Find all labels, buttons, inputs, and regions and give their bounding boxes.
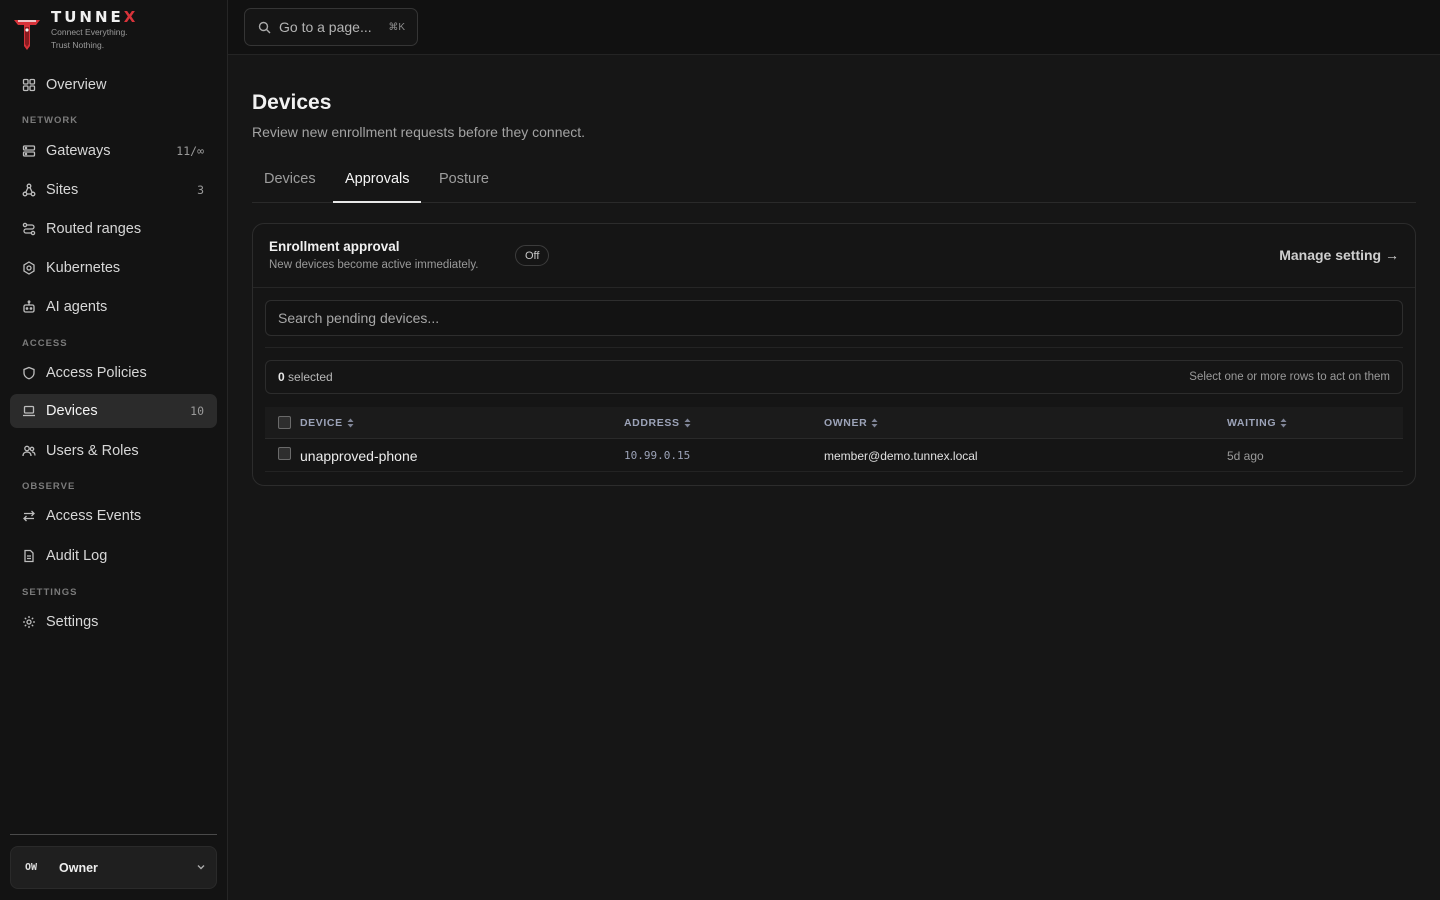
file-icon [22, 549, 36, 563]
route-icon [22, 222, 36, 236]
divider [265, 347, 1403, 348]
sort-icon [1280, 418, 1287, 428]
laptop-icon [22, 404, 36, 418]
avatar: OW [25, 862, 38, 873]
device-name: unapproved-phone [300, 447, 418, 464]
sidebar-item-routed-ranges[interactable]: Routed ranges [10, 212, 217, 246]
nav-section-settings: SETTINGS [22, 587, 78, 598]
tab-devices[interactable]: Devices [252, 165, 328, 203]
sidebar-item-ai-agents[interactable]: AI agents [10, 290, 217, 324]
enrollment-approval-description: New devices become active immediately. [269, 259, 479, 271]
selection-hint: Select one or more rows to act on them [1189, 371, 1390, 383]
nav-section-observe: OBSERVE [22, 481, 76, 492]
users-icon [22, 444, 36, 458]
page-subtitle: Review new enrollment requests before th… [252, 124, 586, 140]
device-waiting: 5d ago [1227, 448, 1264, 463]
enrollment-approval-title: Enrollment approval [269, 239, 400, 254]
brand-name: TUNNEX [51, 8, 139, 26]
tab-posture[interactable]: Posture [427, 165, 501, 203]
sidebar-item-label: Routed ranges [46, 221, 142, 237]
sidebar-item-label: Access Events [46, 508, 142, 524]
main-content: Devices Review new enrollment requests b… [228, 55, 1440, 900]
sidebar-item-access-policies[interactable]: Access Policies [10, 356, 217, 390]
sidebar-item-devices[interactable]: Devices 10 [10, 394, 217, 428]
sidebar-item-label: Audit Log [46, 548, 108, 564]
user-name: Owner [59, 860, 98, 875]
enrollment-approval-card: Enrollment approval New devices become a… [252, 223, 1416, 486]
user-menu[interactable]: OW Owner [10, 846, 217, 889]
row-checkbox[interactable] [278, 447, 291, 460]
column-header-address[interactable]: ADDRESS [624, 407, 691, 439]
table-row[interactable]: unapproved-phone 10.99.0.15 member@demo.… [265, 439, 1403, 472]
sort-icon [684, 418, 691, 428]
sidebar-item-label: AI agents [46, 299, 108, 315]
selected-count: 0 selected [278, 370, 333, 384]
devices-count: 10 [190, 404, 204, 418]
sidebar-item-settings[interactable]: Settings [10, 605, 217, 639]
column-header-owner[interactable]: OWNER [824, 407, 878, 439]
sidebar-item-users-roles[interactable]: Users & Roles [10, 434, 217, 468]
device-address: 10.99.0.15 [624, 449, 691, 462]
sidebar-item-label: Sites [46, 182, 79, 198]
column-header-device[interactable]: DEVICE [300, 407, 354, 439]
tab-bar: Devices Approvals Posture [252, 165, 1416, 203]
arrows-icon [22, 509, 36, 523]
page-title: Devices [252, 91, 332, 114]
shield-icon [22, 366, 36, 380]
grid-icon [22, 78, 36, 92]
sidebar-item-label: Kubernetes [46, 260, 121, 276]
sidebar-item-label: Users & Roles [46, 443, 139, 459]
selection-bar: 0 selected Select one or more rows to ac… [265, 360, 1403, 394]
nav-section-network: NETWORK [22, 115, 79, 126]
status-badge: Off [515, 245, 550, 266]
sidebar-item-label: Devices [46, 403, 98, 419]
sites-count: 3 [197, 183, 204, 197]
command-search-button[interactable]: Go to a page... ⌘K [244, 8, 418, 46]
sidebar-item-kubernetes[interactable]: Kubernetes [10, 251, 217, 285]
kubernetes-icon [22, 261, 36, 275]
brand-tagline: Connect Everything. [51, 27, 128, 37]
sidebar-item-overview[interactable]: Overview [10, 68, 217, 102]
search-icon [258, 21, 271, 34]
gear-icon [22, 615, 36, 629]
gateways-count: 11/∞ [176, 144, 204, 158]
chevron-down-icon [197, 865, 205, 870]
card-header: Enrollment approval New devices become a… [253, 224, 1415, 288]
sort-icon [347, 418, 354, 428]
sidebar: TUNNEX Connect Everything. Trust Nothing… [0, 0, 228, 900]
tab-approvals[interactable]: Approvals [333, 165, 422, 203]
keyboard-shortcut: ⌘K [388, 21, 405, 33]
sites-icon [22, 183, 36, 197]
sidebar-item-label: Access Policies [46, 365, 147, 381]
sidebar-item-sites[interactable]: Sites 3 [10, 173, 217, 207]
device-owner: member@demo.tunnex.local [824, 448, 978, 463]
robot-icon [22, 300, 36, 314]
brand-tagline: Trust Nothing. [51, 40, 105, 50]
sidebar-item-access-events[interactable]: Access Events [10, 499, 217, 533]
search-pending-devices-input[interactable] [265, 300, 1403, 336]
nav-section-access: ACCESS [22, 338, 68, 349]
select-all-checkbox[interactable] [278, 416, 291, 429]
sidebar-divider [10, 834, 217, 835]
sidebar-item-gateways[interactable]: Gateways 11/∞ [10, 134, 217, 168]
topbar: Go to a page... ⌘K [228, 0, 1440, 55]
sidebar-item-label: Settings [46, 614, 99, 630]
server-icon [22, 144, 36, 158]
sidebar-item-label: Gateways [46, 143, 111, 159]
column-header-waiting[interactable]: WAITING [1227, 407, 1287, 439]
command-search-label: Go to a page... [279, 19, 372, 35]
manage-setting-link[interactable]: Manage setting → [1279, 247, 1399, 263]
brand[interactable]: TUNNEX Connect Everything. Trust Nothing… [12, 8, 138, 52]
sidebar-item-audit-log[interactable]: Audit Log [10, 539, 217, 573]
tunnex-logo-icon [14, 20, 40, 50]
sidebar-item-label: Overview [46, 77, 107, 93]
sort-icon [871, 418, 878, 428]
table-header: DEVICE ADDRESS OWNER WAITING [265, 407, 1403, 439]
